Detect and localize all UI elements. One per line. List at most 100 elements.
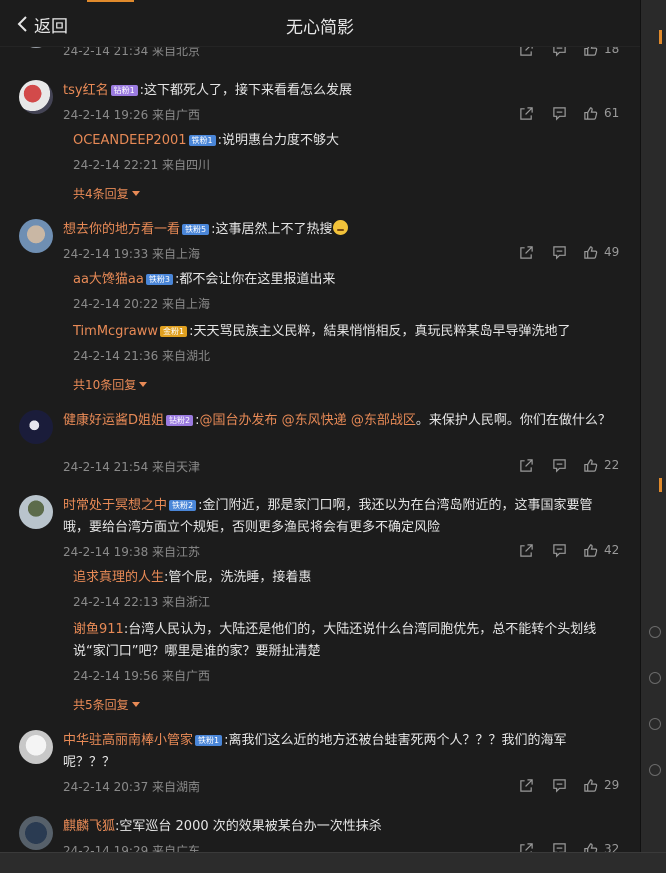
comment-text: tsy红名 钻粉1:这下都死人了，接下来看看怎么发展 bbox=[63, 80, 618, 102]
reply-text: aa大馋猫aa 铁粉3:都不会让你在这里报道出来 bbox=[73, 269, 618, 291]
like-button[interactable]: 29 bbox=[583, 778, 619, 793]
avatar[interactable] bbox=[19, 495, 53, 529]
like-icon bbox=[584, 778, 598, 792]
username-link[interactable]: 麒麟飞狐 bbox=[63, 819, 115, 834]
comment-meta: 24-2-14 21:54 来自天津 bbox=[63, 460, 201, 474]
caret-down-icon bbox=[131, 702, 140, 707]
comment-icon[interactable] bbox=[552, 543, 567, 558]
username-link[interactable]: TimMcgraww bbox=[73, 324, 158, 339]
grimace-emoji-icon bbox=[332, 220, 348, 235]
more-replies-link[interactable]: 共10条回复 bbox=[73, 376, 148, 393]
fan-badge: 金粉1 bbox=[160, 326, 188, 337]
comment-actions: 42 bbox=[519, 541, 624, 559]
comment-body: :这事居然上不了热搜 bbox=[211, 222, 333, 237]
avatar[interactable] bbox=[19, 410, 53, 444]
comment-body: :空军巡台 2000 次的效果被某台办一次性抹杀 bbox=[115, 819, 382, 834]
reply-body: :说明惠台力度不够大 bbox=[217, 133, 339, 148]
comment-text: 想去你的地方看一看 铁粉5:这事居然上不了热搜 bbox=[63, 219, 618, 241]
caret-down-icon bbox=[131, 191, 140, 196]
reply-body: :管个屁，洗洗睡，接着惠 bbox=[164, 570, 312, 585]
reply-text: 追求真理的人生:管个屁，洗洗睡，接着惠 bbox=[73, 567, 618, 589]
username-link[interactable]: OCEANDEEP2001 bbox=[73, 133, 187, 148]
comment-text: 健康好运酱D姐姐 钻粉2:@国台办发布 @东风快递 @东部战区。来保护人民啊。你们… bbox=[63, 410, 618, 432]
heart-icon[interactable] bbox=[649, 672, 661, 684]
like-count: 61 bbox=[604, 106, 620, 120]
username-link[interactable]: tsy红名 bbox=[63, 83, 109, 98]
username-link[interactable]: aa大馋猫aa bbox=[73, 272, 144, 287]
comment-actions: 29 bbox=[519, 776, 624, 794]
refresh-icon[interactable] bbox=[649, 626, 661, 638]
right-sidebar bbox=[640, 0, 666, 872]
avatar[interactable] bbox=[19, 219, 53, 253]
comment-meta: 24-2-14 19:33 来自上海 bbox=[63, 247, 201, 261]
comment-body: :这下都死人了，接下来看看怎么发展 bbox=[139, 83, 353, 98]
comment-actions: 22 bbox=[519, 456, 624, 474]
fan-badge: 铁粉3 bbox=[145, 274, 173, 285]
username-link[interactable]: 中华驻高丽南棒小管家 bbox=[63, 733, 193, 748]
like-count: 49 bbox=[604, 245, 620, 259]
more-replies-link[interactable]: 共5条回复 bbox=[73, 696, 140, 713]
username-link[interactable]: 谢鱼911 bbox=[73, 622, 124, 637]
like-button[interactable]: 22 bbox=[583, 458, 619, 473]
sidebar-accent bbox=[659, 478, 662, 492]
share-icon[interactable] bbox=[519, 106, 534, 121]
avatar[interactable] bbox=[19, 730, 53, 764]
avatar[interactable] bbox=[19, 80, 53, 114]
like-button[interactable]: 42 bbox=[583, 543, 619, 558]
reply-text: OCEANDEEP2001 铁粉1:说明惠台力度不够大 bbox=[73, 130, 618, 152]
reply-body: :都不会让你在这里报道出来 bbox=[174, 272, 336, 287]
comment-meta: 24-2-14 20:37 来自湖南 bbox=[63, 780, 201, 794]
like-button[interactable]: 61 bbox=[583, 106, 619, 121]
mention-link[interactable]: @国台办发布 bbox=[200, 413, 278, 428]
reply-meta: 24-2-14 22:13 来自浙江 bbox=[73, 595, 211, 609]
bottom-bar bbox=[0, 852, 666, 873]
more-replies-link[interactable]: 共4条回复 bbox=[73, 185, 140, 202]
comment-text: 麒麟飞狐:空军巡台 2000 次的效果被某台办一次性抹杀 bbox=[63, 816, 618, 838]
sidebar-accent bbox=[659, 30, 662, 44]
more-replies-label: 共10条回复 bbox=[73, 378, 137, 392]
like-icon bbox=[584, 245, 598, 259]
share-icon[interactable] bbox=[519, 458, 534, 473]
comment-actions: 61 bbox=[519, 104, 624, 122]
like-icon bbox=[584, 458, 598, 472]
comment-text: 中华驻高丽南棒小管家 铁粉1:离我们这么近的地方还被台蛙害死两个人？？？我们的海军… bbox=[63, 730, 618, 774]
reply-meta: 24-2-14 21:36 来自湖北 bbox=[73, 349, 211, 363]
username-link[interactable]: 想去你的地方看一看 bbox=[63, 222, 180, 237]
comment-icon[interactable] bbox=[552, 458, 567, 473]
username-link[interactable]: 时常处于冥想之中 bbox=[63, 498, 167, 513]
reply-body: :台湾人民认为，大陆还是他们的，大陆还说什么台湾同胞优先，总不能转个头划线说“家… bbox=[73, 622, 597, 659]
header-accent bbox=[87, 0, 134, 2]
like-count: 29 bbox=[604, 778, 620, 792]
comment-icon[interactable] bbox=[552, 106, 567, 121]
top-bar: 返回 无心简影 bbox=[0, 0, 640, 47]
page-title: 无心简影 bbox=[286, 18, 354, 38]
reply-body: :天天骂民族主义民粹，結果悄悄相反，真玩民粹某岛早导弹洗地了 bbox=[189, 324, 571, 339]
like-button[interactable]: 49 bbox=[583, 245, 619, 260]
reply-meta: 24-2-14 19:56 来自广西 bbox=[73, 669, 211, 683]
mention-link[interactable]: @东部战区 bbox=[351, 413, 416, 428]
reply-text: 谢鱼911:台湾人民认为，大陆还是他们的，大陆还说什么台湾同胞优先，总不能转个头… bbox=[73, 619, 618, 663]
share-icon[interactable] bbox=[519, 543, 534, 558]
share-icon[interactable] bbox=[519, 778, 534, 793]
username-link[interactable]: 健康好运酱D姐姐 bbox=[63, 413, 164, 428]
reply-meta: 24-2-14 20:22 来自上海 bbox=[73, 297, 211, 311]
reply-text: TimMcgraww 金粉1:天天骂民族主义民粹，結果悄悄相反，真玩民粹某岛早导弹… bbox=[73, 321, 618, 343]
fan-badge: 铁粉2 bbox=[169, 500, 197, 511]
more-replies-label: 共5条回复 bbox=[73, 698, 129, 712]
like-icon bbox=[584, 106, 598, 120]
avatar[interactable] bbox=[19, 816, 53, 850]
info-icon[interactable] bbox=[649, 718, 661, 730]
comment-meta: 24-2-14 19:26 来自广西 bbox=[63, 108, 201, 122]
comment-text: 时常处于冥想之中 铁粉2:金门附近，那是家门口啊，我还以为在台湾岛附近的，这事国家… bbox=[63, 495, 618, 539]
comment-icon[interactable] bbox=[552, 245, 567, 260]
like-count: 42 bbox=[604, 543, 620, 557]
comment-body: 。来保护人民啊。你们在做什么？ bbox=[415, 413, 611, 428]
comment-actions: 49 bbox=[519, 243, 624, 261]
username-link[interactable]: 追求真理的人生 bbox=[73, 570, 164, 585]
mention-link[interactable]: @东风快递 bbox=[282, 413, 347, 428]
comment-icon[interactable] bbox=[552, 778, 567, 793]
more-replies-label: 共4条回复 bbox=[73, 187, 129, 201]
user-icon[interactable] bbox=[649, 764, 661, 776]
comments-panel: 24-2-14 21:34 来自北京 18 tsy红名 钻粉1:这下都死人了，接下… bbox=[0, 0, 640, 872]
share-icon[interactable] bbox=[519, 245, 534, 260]
